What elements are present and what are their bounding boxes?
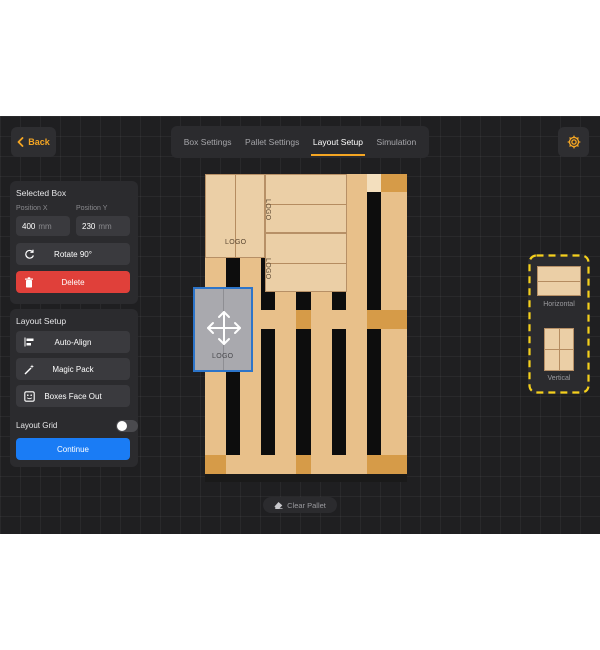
eraser-icon bbox=[274, 502, 283, 509]
auto-align-button[interactable]: Auto-Align bbox=[16, 331, 130, 353]
move-icon bbox=[207, 311, 241, 345]
box-item[interactable]: LOGO bbox=[264, 233, 347, 292]
position-y-field[interactable]: 230 mm bbox=[76, 216, 130, 236]
back-label: Back bbox=[28, 137, 50, 147]
tab-layout-setup[interactable]: Layout Setup bbox=[310, 137, 366, 156]
box-item[interactable]: LOGO bbox=[205, 174, 265, 258]
layout-setup-panel: Layout Setup Auto-Align Magic Pack Boxes… bbox=[10, 309, 138, 467]
layout-grid-label: Layout Grid bbox=[16, 421, 58, 430]
magic-pack-button[interactable]: Magic Pack bbox=[16, 358, 130, 380]
position-x-field[interactable]: 400 mm bbox=[16, 216, 70, 236]
panel-title: Layout Setup bbox=[16, 316, 67, 326]
chevron-left-icon bbox=[17, 137, 24, 147]
rotate-button[interactable]: Rotate 90° bbox=[16, 243, 130, 265]
position-x-label: Position X bbox=[16, 205, 48, 212]
position-y-label: Position Y bbox=[76, 205, 108, 212]
clear-pallet-button[interactable]: Clear Pallet bbox=[263, 497, 337, 513]
align-icon bbox=[23, 336, 35, 348]
selected-box[interactable]: LOGO bbox=[193, 287, 253, 372]
panel-title: Selected Box bbox=[16, 188, 67, 198]
face-icon bbox=[23, 390, 35, 402]
vertical-orientation-option[interactable] bbox=[544, 328, 574, 371]
gear-icon bbox=[567, 135, 580, 149]
selected-box-panel: Selected Box Position X Position Y 400 m… bbox=[10, 181, 138, 304]
tab-box-settings[interactable]: Box Settings bbox=[182, 137, 234, 147]
app-window: Back Box Settings Pallet Settings Layout… bbox=[0, 116, 600, 534]
continue-button[interactable]: Continue bbox=[16, 438, 130, 460]
vertical-label: Vertical bbox=[547, 375, 571, 382]
boxes-face-out-button[interactable]: Boxes Face Out bbox=[16, 385, 130, 407]
trash-icon bbox=[23, 276, 35, 288]
rotate-icon bbox=[23, 248, 35, 260]
tab-pallet-settings[interactable]: Pallet Settings bbox=[243, 137, 301, 147]
horizontal-orientation-option[interactable] bbox=[537, 266, 581, 296]
orientation-panel: Horizontal Vertical bbox=[528, 254, 590, 394]
box-item[interactable]: LOGO bbox=[264, 174, 347, 233]
pallet-board bbox=[346, 174, 367, 474]
back-button[interactable]: Back bbox=[11, 127, 56, 157]
layout-grid-toggle[interactable] bbox=[116, 420, 138, 432]
delete-button[interactable]: Delete bbox=[16, 271, 130, 293]
magic-wand-icon bbox=[23, 363, 35, 375]
horizontal-label: Horizontal bbox=[543, 301, 575, 308]
step-tabs: Box Settings Pallet Settings Layout Setu… bbox=[171, 126, 429, 158]
settings-button[interactable] bbox=[558, 127, 589, 157]
tab-simulation[interactable]: Simulation bbox=[375, 137, 419, 147]
